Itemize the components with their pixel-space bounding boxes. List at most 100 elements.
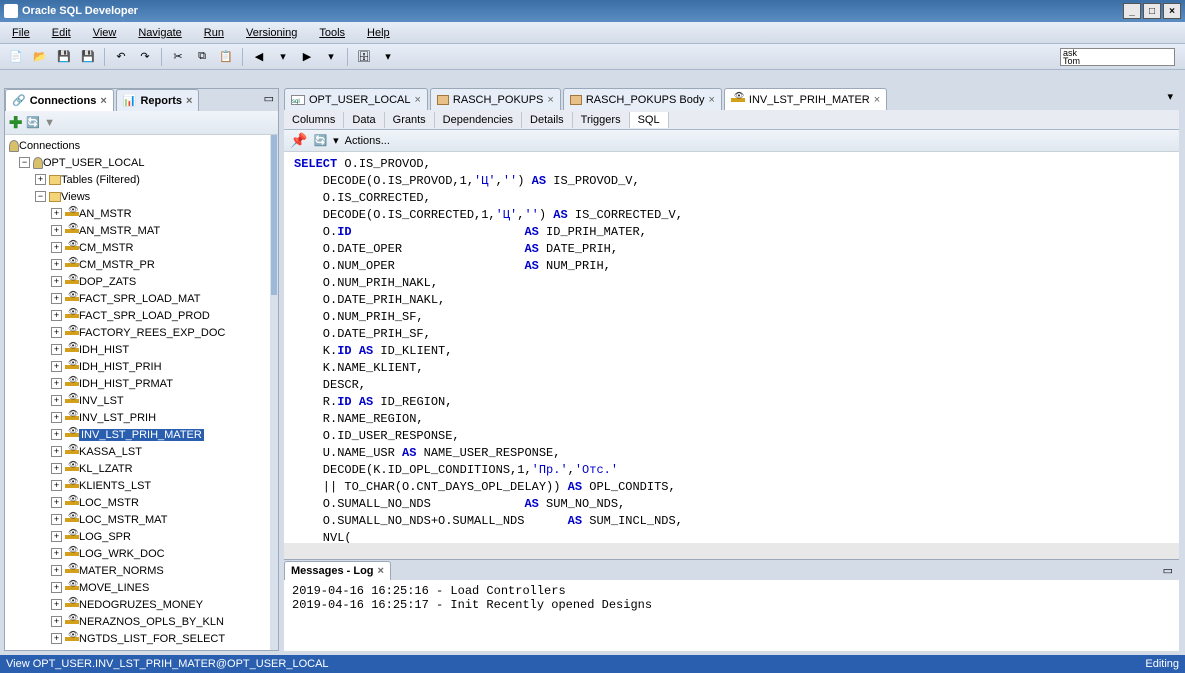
tree-view-item[interactable]: +LOC_MSTR_MAT <box>5 511 278 528</box>
editor-tab[interactable]: INV_LST_PRIH_MATER× <box>724 88 887 110</box>
forward-button[interactable]: ▶ <box>297 47 317 67</box>
minimize-panel-icon[interactable]: ▭ <box>260 89 278 111</box>
close-icon[interactable]: × <box>100 95 106 107</box>
tree-view-item[interactable]: +DOP_ZATS <box>5 273 278 290</box>
tree-view-item[interactable]: +IDH_HIST_PRMAT <box>5 375 278 392</box>
menu-versioning[interactable]: Versioning <box>242 25 301 41</box>
tree-view-item[interactable]: +NEDOGRUZES_MONEY <box>5 596 278 613</box>
close-icon[interactable]: × <box>414 94 420 106</box>
editor-tab[interactable]: RASCH_POKUPS× <box>430 88 561 110</box>
connections-tab[interactable]: 🔗 Connections × <box>5 89 114 111</box>
editor-tab[interactable]: OPT_USER_LOCAL× <box>284 88 428 110</box>
expand-icon[interactable]: + <box>51 412 62 423</box>
subtab-dependencies[interactable]: Dependencies <box>435 112 522 128</box>
expand-icon[interactable]: + <box>51 514 62 525</box>
expand-icon[interactable]: + <box>51 395 62 406</box>
tree-view-item[interactable]: +NERAZNOS_OPLS_BY_KLN <box>5 613 278 630</box>
cut-button[interactable]: ✂ <box>168 47 188 67</box>
subtab-triggers[interactable]: Triggers <box>573 112 630 128</box>
new-button[interactable]: 📄 <box>6 47 26 67</box>
dropdown-back[interactable]: ▾ <box>273 47 293 67</box>
dropdown-icon[interactable]: ▾ <box>333 134 339 147</box>
expand-icon[interactable]: + <box>51 480 62 491</box>
pin-icon[interactable]: 📌 <box>290 132 307 149</box>
back-button[interactable]: ◀ <box>249 47 269 67</box>
tree-tables[interactable]: + Tables (Filtered) <box>5 171 278 188</box>
collapse-icon[interactable]: − <box>35 191 46 202</box>
expand-icon[interactable]: + <box>51 616 62 627</box>
expand-icon[interactable]: + <box>51 582 62 593</box>
expand-icon[interactable]: + <box>51 497 62 508</box>
tree-view-item[interactable]: +INV_LST_PRIH_MATER <box>5 426 278 443</box>
tree-view-item[interactable]: +INV_LST_PRIH <box>5 409 278 426</box>
dropdown-sql[interactable]: ▾ <box>378 47 398 67</box>
subtab-sql[interactable]: SQL <box>630 112 669 128</box>
tree-view-item[interactable]: +IDH_HIST <box>5 341 278 358</box>
close-icon[interactable]: × <box>874 94 880 106</box>
messages-tab[interactable]: Messages - Log × <box>284 561 391 580</box>
refresh-icon[interactable]: 🔄 <box>313 134 327 147</box>
expand-icon[interactable]: + <box>51 276 62 287</box>
expand-icon[interactable]: + <box>51 242 62 253</box>
close-icon[interactable]: × <box>186 95 192 107</box>
subtab-data[interactable]: Data <box>344 112 384 128</box>
expand-icon[interactable]: + <box>51 361 62 372</box>
menu-edit[interactable]: Edit <box>48 25 75 41</box>
subtab-grants[interactable]: Grants <box>385 112 435 128</box>
refresh-icon[interactable]: 🔄 <box>26 116 40 129</box>
menu-tools[interactable]: Tools <box>315 25 349 41</box>
menu-help[interactable]: Help <box>363 25 394 41</box>
subtab-details[interactable]: Details <box>522 112 573 128</box>
tree-view-item[interactable]: +KASSA_LST <box>5 443 278 460</box>
tab-menu-icon[interactable]: ▾ <box>1161 88 1179 110</box>
menu-navigate[interactable]: Navigate <box>134 25 185 41</box>
tree-connection[interactable]: − OPT_USER_LOCAL <box>5 154 278 171</box>
ask-tom-search[interactable]: ask Tom <box>1060 48 1175 66</box>
tree-view-item[interactable]: +INV_LST <box>5 392 278 409</box>
close-icon[interactable]: × <box>708 94 714 106</box>
tree-scrollbar[interactable] <box>270 135 278 650</box>
expand-icon[interactable]: + <box>51 548 62 559</box>
tree-view-item[interactable]: +KL_LZATR <box>5 460 278 477</box>
undo-button[interactable]: ↶ <box>111 47 131 67</box>
tree-view-item[interactable]: +NGTDS_LIST_FOR_SELECT <box>5 630 278 647</box>
actions-button[interactable]: Actions... <box>345 135 390 147</box>
new-connection-button[interactable]: ✚ <box>9 113 22 133</box>
menu-run[interactable]: Run <box>200 25 228 41</box>
paste-button[interactable]: 📋 <box>216 47 236 67</box>
redo-button[interactable]: ↷ <box>135 47 155 67</box>
tree-view-item[interactable]: +LOG_WRK_DOC <box>5 545 278 562</box>
expand-icon[interactable]: + <box>51 446 62 457</box>
minimize-panel-icon[interactable]: ▭ <box>1157 562 1179 579</box>
expand-icon[interactable]: + <box>51 327 62 338</box>
expand-icon[interactable]: + <box>51 293 62 304</box>
expand-icon[interactable]: + <box>51 378 62 389</box>
expand-icon[interactable]: + <box>51 531 62 542</box>
tree-view-item[interactable]: +MOVE_LINES <box>5 579 278 596</box>
expand-icon[interactable]: + <box>51 344 62 355</box>
copy-button[interactable]: ⧉ <box>192 47 212 67</box>
dropdown-fwd[interactable]: ▾ <box>321 47 341 67</box>
minimize-button[interactable]: _ <box>1123 3 1141 19</box>
tree-view-item[interactable]: +LOG_SPR <box>5 528 278 545</box>
save-button[interactable]: 💾 <box>54 47 74 67</box>
messages-log[interactable]: 2019-04-16 16:25:16 - Load Controllers 2… <box>284 580 1179 651</box>
tree-view-item[interactable]: +FACT_SPR_LOAD_PROD <box>5 307 278 324</box>
expand-icon[interactable]: + <box>51 463 62 474</box>
menu-view[interactable]: View <box>89 25 121 41</box>
expand-icon[interactable]: + <box>35 174 46 185</box>
expand-icon[interactable]: + <box>51 259 62 270</box>
close-icon[interactable]: × <box>547 94 553 106</box>
reports-tab[interactable]: 📊 Reports × <box>116 89 200 111</box>
tree-view-item[interactable]: +KLIENTS_LST <box>5 477 278 494</box>
sql-worksheet-button[interactable]: 🗄 <box>354 47 374 67</box>
tree-view-item[interactable]: +LOC_MSTR <box>5 494 278 511</box>
collapse-icon[interactable]: − <box>19 157 30 168</box>
expand-icon[interactable]: + <box>51 599 62 610</box>
expand-icon[interactable]: + <box>51 310 62 321</box>
tree-views[interactable]: − Views <box>5 188 278 205</box>
save-all-button[interactable]: 💾 <box>78 47 98 67</box>
connections-tree[interactable]: Connections − OPT_USER_LOCAL + Tables (F… <box>5 135 278 650</box>
tree-root[interactable]: Connections <box>5 137 278 154</box>
tree-view-item[interactable]: +CM_MSTR <box>5 239 278 256</box>
